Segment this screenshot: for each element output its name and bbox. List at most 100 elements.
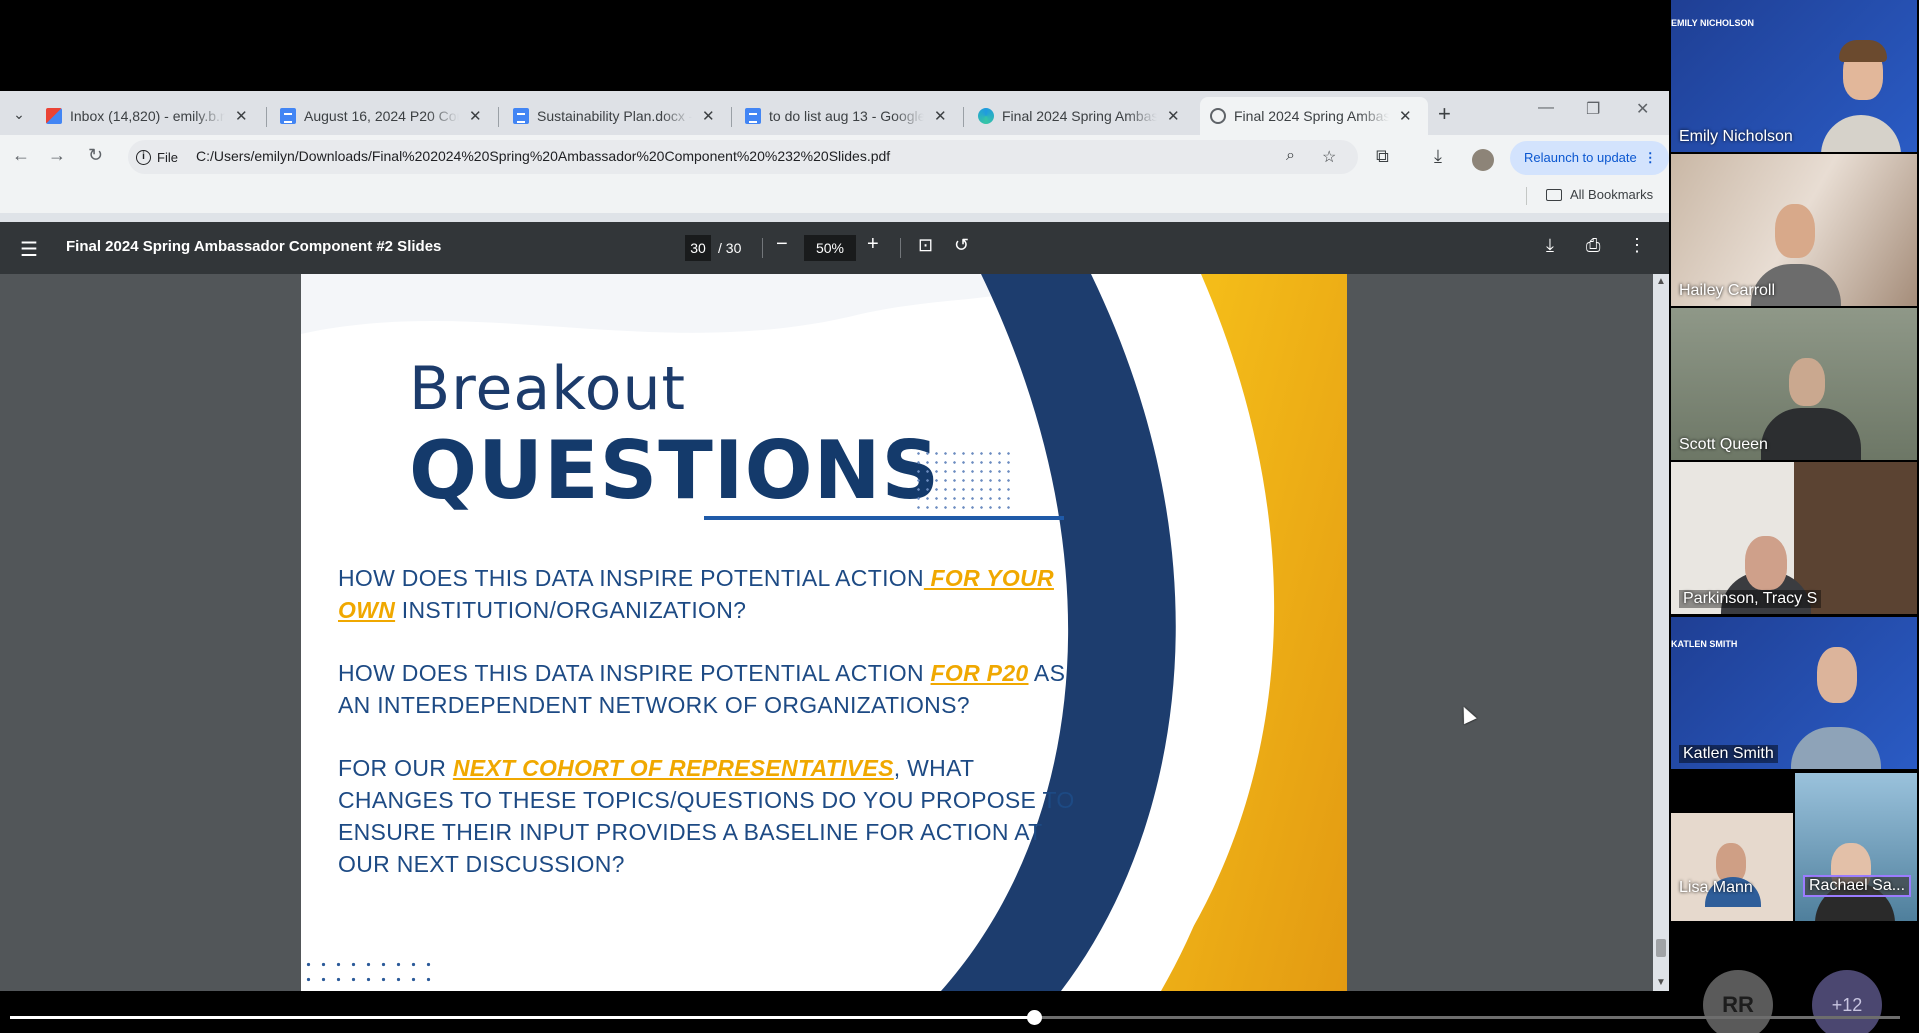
relaunch-label: Relaunch to update bbox=[1524, 150, 1637, 165]
tab-todo-list[interactable]: to do list aug 13 - Google ✕ bbox=[735, 97, 957, 135]
participant-name: Katlen Smith bbox=[1679, 745, 1778, 763]
tab-separator bbox=[731, 107, 732, 127]
rotate-icon[interactable]: ↺ bbox=[954, 235, 969, 256]
relaunch-to-update-button[interactable]: Relaunch to update ⋮ bbox=[1510, 141, 1669, 175]
participant-tile[interactable]: Rachael Sa... bbox=[1795, 773, 1917, 921]
fit-to-page-icon[interactable]: ⊡ bbox=[918, 235, 933, 256]
info-icon: i bbox=[136, 149, 151, 165]
close-tab-icon[interactable]: ✕ bbox=[235, 107, 248, 125]
address-bar[interactable]: i File C:/Users/emilyn/Downloads/Final%2… bbox=[128, 140, 1358, 174]
restore-icon[interactable]: ❐ bbox=[1586, 99, 1600, 119]
minimize-icon[interactable]: — bbox=[1538, 99, 1554, 117]
participant-tile[interactable]: EMILY NICHOLSON Emily Nicholson bbox=[1671, 0, 1917, 152]
close-tab-icon[interactable]: ✕ bbox=[934, 107, 947, 125]
close-tab-icon[interactable]: ✕ bbox=[702, 107, 715, 125]
video-progress-handle[interactable] bbox=[1027, 1010, 1043, 1025]
download-icon[interactable]: ⤓ bbox=[1546, 235, 1554, 256]
zoom-level-input[interactable]: 50% bbox=[804, 235, 856, 261]
participant-name: Lisa Mann bbox=[1679, 879, 1753, 896]
forward-arrow-icon[interactable]: → bbox=[48, 145, 66, 166]
pdf-toolbar: ☰ Final 2024 Spring Ambassador Component… bbox=[0, 222, 1669, 274]
avatar-initials: RR bbox=[1722, 992, 1754, 1017]
all-bookmarks-label: All Bookmarks bbox=[1570, 187, 1654, 202]
folder-icon bbox=[1546, 188, 1562, 201]
site-chip-label: File bbox=[157, 149, 178, 165]
download-icon[interactable]: ⤓ bbox=[1434, 146, 1442, 167]
participant-tile[interactable]: Hailey Carroll bbox=[1671, 154, 1917, 306]
new-tab-plus-icon[interactable]: + bbox=[1438, 101, 1451, 127]
tab-final-ambassador-active[interactable]: Final 2024 Spring Ambass ✕ bbox=[1200, 97, 1428, 135]
participant-face bbox=[1817, 647, 1857, 703]
question-2: HOW DOES THIS DATA INSPIRE POTENTIAL ACT… bbox=[338, 657, 1078, 721]
tab-label: Sustainability Plan.docx - G bbox=[537, 108, 692, 124]
participant-tile[interactable]: Parkinson, Tracy S bbox=[1671, 462, 1917, 614]
pdf-scrollbar[interactable]: ▲ ▼ bbox=[1653, 274, 1669, 991]
question-1: HOW DOES THIS DATA INSPIRE POTENTIAL ACT… bbox=[338, 562, 1078, 626]
participant-tile[interactable]: KATLEN SMITH Katlen Smith bbox=[1671, 617, 1917, 769]
slide-heading-breakout: Breakout bbox=[409, 354, 687, 424]
gmail-icon bbox=[46, 108, 62, 124]
tab-sustainability-plan[interactable]: Sustainability Plan.docx - G ✕ bbox=[503, 97, 725, 135]
question-1-text: HOW DOES THIS DATA INSPIRE POTENTIAL ACT… bbox=[338, 565, 924, 591]
question-1-text-end: INSTITUTION/ORGANIZATION? bbox=[395, 597, 747, 623]
tab-label: Final 2024 Spring Ambassa bbox=[1002, 108, 1157, 124]
pdf-document-area[interactable]: Breakout QUESTIONS HOW DOES THIS DATA IN… bbox=[0, 274, 1669, 991]
page-number-input[interactable]: 30 bbox=[685, 235, 711, 261]
heading-underline bbox=[704, 516, 1064, 520]
zoom-magnifier-icon[interactable]: ⌕ bbox=[1286, 147, 1295, 165]
back-arrow-icon[interactable]: ← bbox=[12, 145, 30, 166]
globe-icon bbox=[1210, 108, 1226, 124]
reload-icon[interactable]: ↻ bbox=[88, 145, 103, 166]
tab-search-chevron-icon[interactable]: ⌄ bbox=[8, 103, 30, 125]
participant-banner: KATLEN SMITH bbox=[1671, 639, 1738, 649]
kebab-menu-icon[interactable]: ⋮ bbox=[1644, 141, 1657, 175]
page-total: / 30 bbox=[718, 240, 742, 256]
more-participants-button[interactable]: +12 bbox=[1812, 970, 1882, 1033]
close-tab-icon[interactable]: ✕ bbox=[1167, 107, 1180, 125]
more-options-kebab-icon[interactable]: ⋮ bbox=[1628, 235, 1646, 256]
bookmark-star-icon[interactable]: ☆ bbox=[1322, 147, 1336, 167]
url-text[interactable]: C:/Users/emilyn/Downloads/Final%202024%2… bbox=[196, 148, 890, 164]
tab-separator bbox=[498, 107, 499, 127]
decorative-dot-grid bbox=[914, 449, 1014, 509]
tab-final-ambassador-edge[interactable]: Final 2024 Spring Ambassa ✕ bbox=[968, 97, 1190, 135]
participant-name: Rachael Sa... bbox=[1803, 875, 1912, 897]
participant-figure bbox=[1791, 727, 1881, 769]
tab-label: Final 2024 Spring Ambass bbox=[1234, 108, 1389, 124]
browser-window: ⌄ Inbox (14,820) - emily.b.nic ✕ August … bbox=[0, 91, 1669, 991]
tab-strip: ⌄ Inbox (14,820) - emily.b.nic ✕ August … bbox=[0, 91, 1669, 135]
toolbar-divider bbox=[900, 238, 901, 258]
hamburger-menu-icon[interactable]: ☰ bbox=[20, 237, 38, 262]
zoom-out-minus-icon[interactable]: − bbox=[776, 233, 788, 256]
extensions-puzzle-icon[interactable]: ⧉ bbox=[1376, 146, 1389, 167]
question-2-highlight: FOR P20 bbox=[930, 660, 1029, 686]
participant-avatar-rr[interactable]: RR bbox=[1703, 970, 1773, 1033]
more-participants-count: +12 bbox=[1831, 995, 1863, 1015]
bookmarks-bar: All Bookmarks bbox=[0, 179, 1669, 213]
slide-heading-questions: QUESTIONS bbox=[409, 424, 941, 517]
all-bookmarks-button[interactable]: All Bookmarks bbox=[1546, 187, 1653, 202]
print-icon[interactable]: ⎙ bbox=[1586, 235, 1600, 256]
question-3-highlight: NEXT COHORT OF REPRESENTATIVES bbox=[452, 755, 894, 781]
participant-tile[interactable]: Lisa Mann bbox=[1671, 773, 1793, 921]
window-close-icon[interactable]: ✕ bbox=[1636, 99, 1649, 119]
scroll-up-arrow-icon[interactable]: ▲ bbox=[1656, 276, 1666, 287]
participant-tile[interactable]: Scott Queen bbox=[1671, 308, 1917, 460]
zoom-in-plus-icon[interactable]: + bbox=[867, 233, 879, 256]
scroll-down-arrow-icon[interactable]: ▼ bbox=[1656, 977, 1666, 988]
scrollbar-thumb[interactable] bbox=[1656, 939, 1666, 957]
close-tab-icon[interactable]: ✕ bbox=[469, 107, 482, 125]
toolbar-divider bbox=[762, 238, 763, 258]
pdf-title: Final 2024 Spring Ambassador Component #… bbox=[66, 238, 442, 255]
participant-face bbox=[1789, 358, 1825, 406]
site-info-chip[interactable]: i File bbox=[136, 146, 178, 168]
tab-p20-council[interactable]: August 16, 2024 P20 Coun ✕ bbox=[270, 97, 492, 135]
tab-label: August 16, 2024 P20 Coun bbox=[304, 108, 459, 124]
profile-avatar[interactable] bbox=[1472, 149, 1494, 171]
bookmarks-separator bbox=[1526, 187, 1527, 205]
participant-name: Hailey Carroll bbox=[1679, 282, 1776, 299]
edge-icon bbox=[978, 108, 994, 124]
tab-gmail[interactable]: Inbox (14,820) - emily.b.nic ✕ bbox=[36, 97, 258, 135]
participant-figure bbox=[1821, 115, 1901, 152]
close-tab-icon[interactable]: ✕ bbox=[1399, 107, 1412, 125]
